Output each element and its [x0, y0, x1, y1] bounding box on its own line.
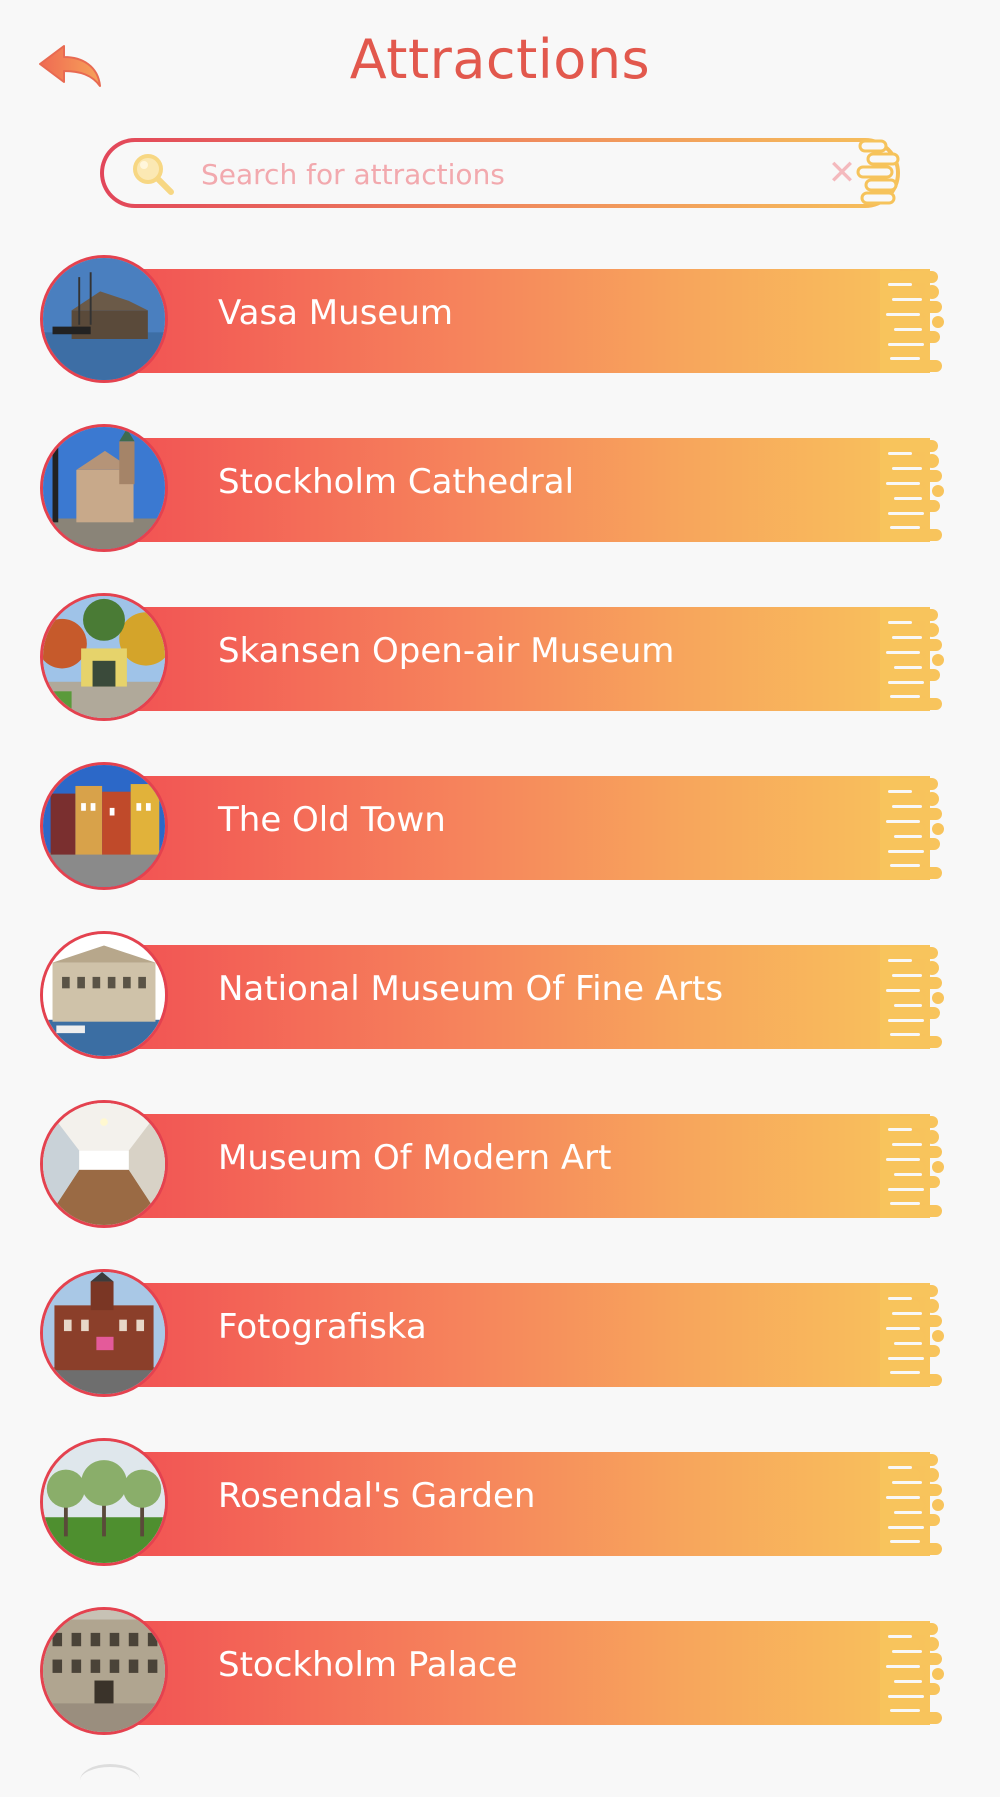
list-item[interactable]: Vasa Museum [40, 255, 950, 387]
attraction-thumbnail [40, 1438, 168, 1566]
attraction-thumbnail [40, 1269, 168, 1397]
list-item-label: The Old Town [218, 800, 446, 840]
list-item[interactable]: Rosendal's Garden [40, 1438, 950, 1570]
attraction-thumbnail [40, 1100, 168, 1228]
attraction-thumbnail [40, 424, 168, 552]
close-icon: ✕ [827, 153, 857, 193]
search-icon [133, 154, 174, 195]
drip-decoration [880, 438, 950, 542]
drip-decoration [856, 139, 900, 205]
search-container: ✕ [104, 139, 900, 205]
drip-decoration [880, 945, 950, 1049]
list-item-label: Fotografiska [218, 1307, 427, 1347]
list-item-label: Vasa Museum [218, 293, 453, 333]
list-item[interactable]: The Old Town [40, 762, 950, 894]
drip-decoration [880, 1114, 950, 1218]
list-item-label: Stockholm Palace [218, 1645, 518, 1685]
search-bar: ✕ [100, 138, 900, 208]
drip-decoration [880, 1452, 950, 1556]
search-input[interactable] [199, 150, 763, 198]
drip-decoration [880, 607, 950, 711]
list-item[interactable]: National Museum Of Fine Arts [40, 931, 950, 1063]
drip-decoration [880, 776, 950, 880]
list-item-label: Skansen Open-air Museum [218, 631, 675, 671]
list-item[interactable]: Museum Of Modern Art [40, 1100, 950, 1232]
list-item[interactable]: Stockholm Palace [40, 1607, 950, 1739]
page-title: Attractions [349, 28, 651, 91]
attraction-thumbnail [40, 931, 168, 1059]
drip-decoration [880, 1621, 950, 1725]
attraction-thumbnail [40, 593, 168, 721]
attraction-thumbnail [40, 1607, 168, 1735]
attraction-thumbnail [40, 255, 168, 383]
list-item-label: Stockholm Cathedral [218, 462, 575, 502]
list-item-label: National Museum Of Fine Arts [218, 969, 724, 1009]
header: Attractions [0, 0, 1000, 120]
next-item-peek [80, 1764, 140, 1797]
attraction-thumbnail [40, 762, 168, 890]
list-item[interactable]: Fotografiska [40, 1269, 950, 1401]
list-item[interactable]: Stockholm Cathedral [40, 424, 950, 556]
drip-decoration [880, 1283, 950, 1387]
list-item-label: Rosendal's Garden [218, 1476, 536, 1516]
list-item[interactable]: Skansen Open-air Museum [40, 593, 950, 725]
list-item-label: Museum Of Modern Art [218, 1138, 612, 1178]
drip-decoration [880, 269, 950, 373]
